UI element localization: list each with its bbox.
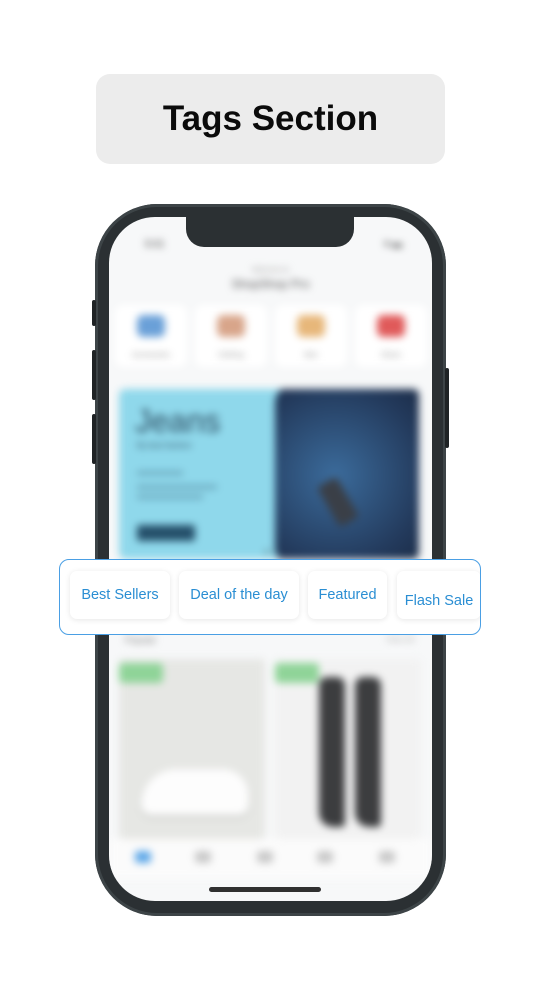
banner-text-line — [137, 471, 183, 475]
banner-text-line — [137, 495, 203, 499]
tag-flash-sale[interactable]: Flash Sale — [397, 571, 480, 619]
volume-up-button — [92, 350, 96, 400]
store-subtitle: Welcome to — [252, 267, 289, 274]
category-list: Accessories Clothing Men Shoes — [115, 305, 427, 367]
man-icon — [297, 315, 325, 337]
banner-text-line — [137, 485, 217, 489]
boot-image — [355, 677, 381, 827]
section-title: Popular — [125, 635, 157, 645]
tag-best-sellers[interactable]: Best Sellers — [70, 571, 170, 619]
sneaker-image — [141, 769, 249, 815]
tab-bar — [109, 839, 432, 879]
glasses-icon — [137, 315, 165, 337]
categories-tab-icon[interactable] — [195, 851, 211, 863]
cart-tab-icon[interactable] — [317, 851, 333, 863]
power-button — [445, 368, 449, 448]
tags-panel: Best Sellers Deal of the day Featured Fl… — [59, 559, 481, 635]
home-tab-icon[interactable] — [135, 851, 151, 863]
status-icons: ▾ ▬ — [384, 239, 402, 250]
title-card: Tags Section — [96, 74, 445, 164]
category-clothing[interactable]: Clothing — [195, 305, 267, 367]
boot-image — [319, 677, 345, 827]
tag-deal-of-the-day[interactable]: Deal of the day — [179, 571, 299, 619]
category-accessories[interactable]: Accessories — [115, 305, 187, 367]
category-label: Men — [304, 352, 318, 359]
product-card[interactable] — [275, 659, 421, 839]
denim-image — [275, 389, 419, 559]
status-time: 9:41 — [145, 239, 165, 250]
product-card[interactable] — [119, 659, 265, 839]
profile-tab-icon[interactable] — [379, 851, 395, 863]
banner-subtitle: By best fashion — [137, 441, 192, 450]
phone-notch — [186, 217, 354, 247]
home-indicator — [209, 887, 321, 892]
mute-switch — [92, 300, 96, 326]
category-shoes[interactable]: Shoes — [355, 305, 427, 367]
tag-featured[interactable]: Featured — [308, 571, 387, 619]
category-men[interactable]: Men — [275, 305, 347, 367]
section-view-all[interactable]: View All — [386, 635, 414, 644]
banner-title: Jeans — [135, 403, 221, 439]
discount-badge — [119, 663, 163, 683]
category-label: Clothing — [218, 352, 244, 359]
category-label: Accessories — [132, 352, 170, 359]
discount-badge — [275, 663, 319, 683]
page-title: Tags Section — [162, 99, 379, 138]
category-label: Shoes — [381, 352, 401, 359]
carousel-dots: ● ○ — [264, 547, 277, 556]
store-title: ShopShop Pro — [231, 277, 310, 291]
volume-down-button — [92, 414, 96, 464]
shoe-icon — [377, 315, 405, 337]
banner-shop-button[interactable] — [137, 525, 195, 541]
search-tab-icon[interactable] — [257, 851, 273, 863]
hanger-icon — [217, 315, 245, 337]
promo-banner[interactable]: Jeans By best fashion — [119, 389, 419, 559]
